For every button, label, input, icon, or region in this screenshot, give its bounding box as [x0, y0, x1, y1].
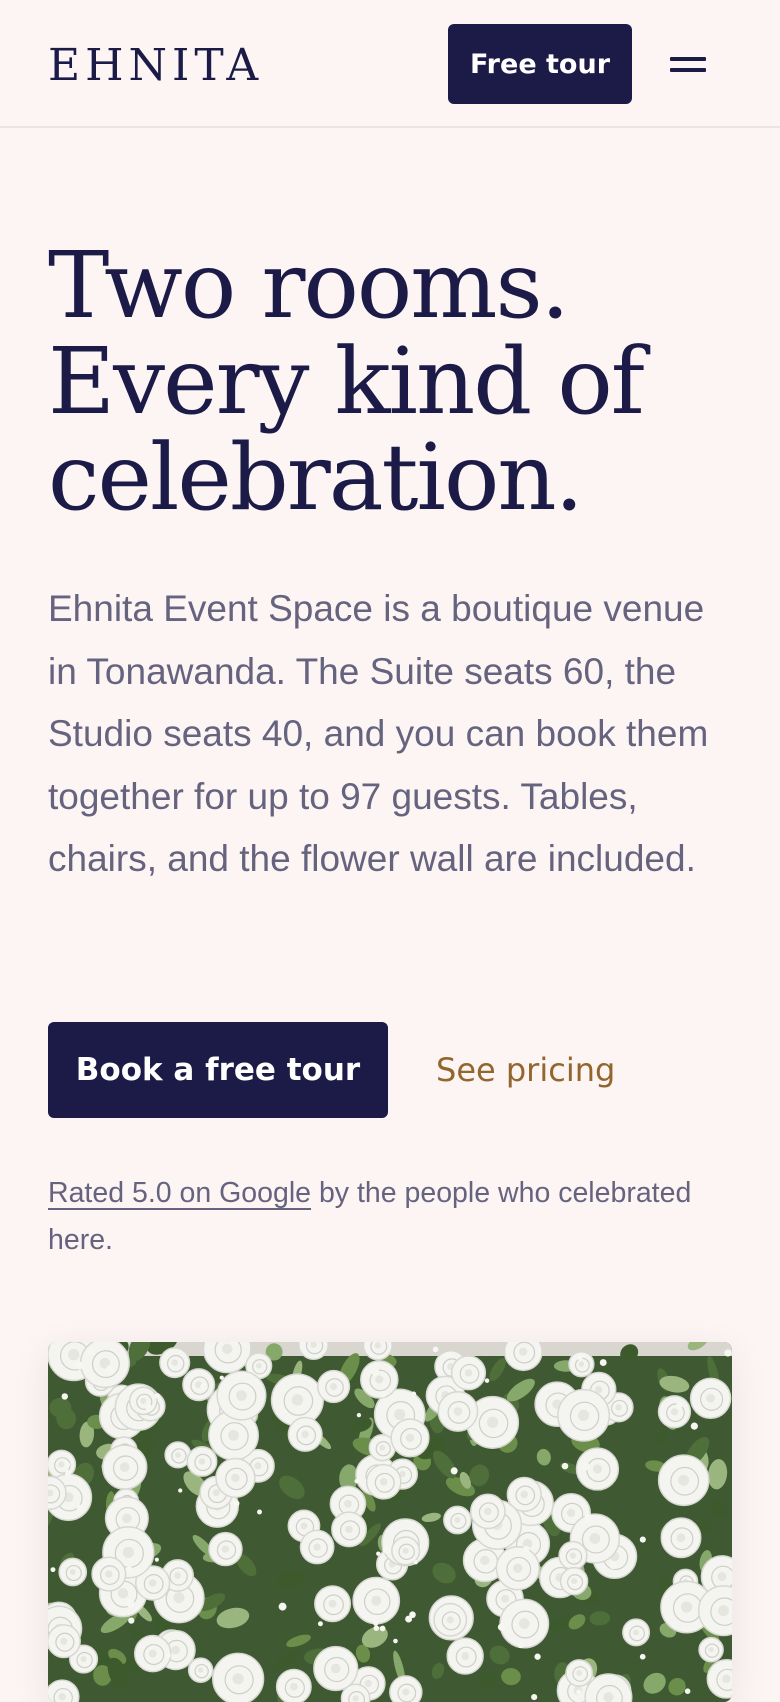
- hero-title-line: Two rooms.: [48, 232, 570, 339]
- flower-wall-photo: [48, 1342, 732, 1702]
- hero-title: Two rooms. Every kind of celebration.: [48, 238, 748, 526]
- flower-wall-image: [48, 1342, 732, 1702]
- menu-line: [670, 56, 706, 61]
- hamburger-menu-icon[interactable]: [662, 44, 714, 84]
- rating-text: Rated 5.0 on Google by the people who ce…: [48, 1170, 748, 1264]
- menu-line: [670, 67, 706, 72]
- logo[interactable]: EHNITA: [48, 38, 263, 94]
- google-rating-link[interactable]: Rated 5.0 on Google: [48, 1177, 311, 1209]
- site-header: EHNITA Free tour: [0, 0, 780, 128]
- see-pricing-link[interactable]: See pricing: [436, 1048, 615, 1092]
- hero-description: Ehnita Event Space is a boutique venue i…: [48, 588, 709, 879]
- hero-title-line: celebration.: [48, 424, 584, 531]
- free-tour-button[interactable]: Free tour: [448, 24, 632, 104]
- hero-title-line: Every kind of: [48, 328, 645, 435]
- book-free-tour-button[interactable]: Book a free tour: [48, 1022, 388, 1118]
